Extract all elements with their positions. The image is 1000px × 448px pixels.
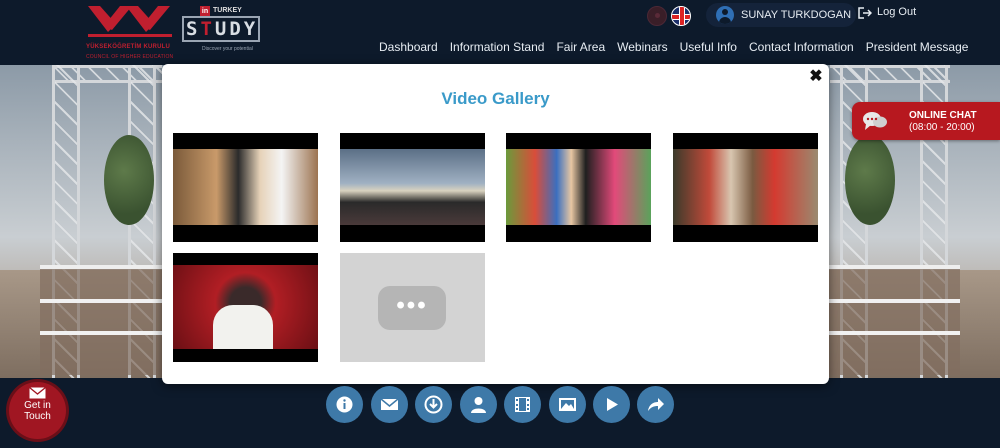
logout-icon (858, 7, 872, 19)
video-thumbnail-2[interactable] (340, 133, 485, 242)
film-icon (515, 397, 530, 412)
main-nav: Dashboard Information Stand Fair Area We… (373, 40, 974, 56)
header-bar: YÜKSEKÖĞRETİM KURULU COUNCIL OF HIGHER E… (0, 0, 1000, 65)
study-logo-udy: UDY (214, 18, 259, 40)
online-chat-title: ONLINE CHAT (909, 110, 977, 121)
download-icon (424, 395, 443, 414)
nav-webinars[interactable]: Webinars (611, 40, 673, 56)
video-placeholder-dots: ••• (396, 292, 428, 319)
user-avatar-icon (716, 6, 734, 24)
plant-left (104, 135, 154, 225)
play-button[interactable] (593, 386, 630, 423)
share-icon (648, 398, 664, 411)
online-chat-button[interactable]: ONLINE CHAT (08:00 - 20:00) (852, 102, 1000, 140)
uk-flag-icon[interactable] (671, 6, 691, 26)
image-icon (559, 398, 576, 411)
nav-useful-info[interactable]: Useful Info (674, 40, 743, 56)
video-frame (173, 149, 318, 225)
plant-right (845, 135, 895, 225)
mail-icon (380, 398, 399, 410)
video-frame (173, 265, 318, 349)
logout-label: Log Out (877, 6, 917, 18)
study-logo-word: STUDY (182, 16, 260, 42)
gallery-button[interactable] (549, 386, 586, 423)
study-logo-tagline: Discover your potential (202, 46, 253, 52)
nav-contact-information[interactable]: Contact Information (743, 40, 860, 56)
video-thumbnail-5[interactable] (173, 253, 318, 362)
video-gallery-modal: ✖ Video Gallery ••• (162, 64, 829, 384)
user-profile[interactable]: SUNAY TURKDOGAN (706, 3, 856, 27)
nav-president-message[interactable]: President Message (860, 40, 975, 56)
share-button[interactable] (637, 386, 674, 423)
user-name: SUNAY TURKDOGAN (741, 9, 852, 21)
shelf-unit-right (820, 265, 960, 375)
shelf-unit-left (40, 265, 170, 375)
close-icon[interactable]: ✖ (807, 68, 825, 86)
info-icon (336, 396, 353, 413)
study-logo-turkey: TURKEY (213, 7, 242, 14)
video-frame (673, 149, 818, 225)
video-frame (340, 149, 485, 225)
info-button[interactable] (326, 386, 363, 423)
user-icon (471, 397, 486, 413)
get-in-touch-label: Get in Touch (9, 400, 66, 422)
shelf-divider (820, 331, 960, 335)
yok-name: YÜKSEKÖĞRETİM KURULU (86, 44, 171, 50)
play-icon (607, 398, 618, 411)
profile-button[interactable] (460, 386, 497, 423)
nav-dashboard[interactable]: Dashboard (373, 40, 444, 56)
video-button[interactable] (504, 386, 541, 423)
get-in-touch-line2: Touch (24, 411, 51, 422)
study-logo-s: S (186, 18, 201, 40)
get-in-touch-button[interactable]: Get in Touch (9, 382, 66, 439)
modal-title: Video Gallery (441, 89, 550, 108)
video-thumbnail-6[interactable]: ••• (340, 253, 485, 362)
nav-information-stand[interactable]: Information Stand (444, 40, 551, 56)
nav-fair-area[interactable]: Fair Area (550, 40, 611, 56)
shelf-divider (40, 299, 170, 303)
study-in-turkey-logo[interactable]: in TURKEY STUDY Discover your potential (182, 6, 262, 60)
video-thumbnail-1[interactable] (173, 133, 318, 242)
video-thumbnail-4[interactable] (673, 133, 818, 242)
shelf-divider (40, 331, 170, 335)
mail-button[interactable] (371, 386, 408, 423)
tr-flag-icon[interactable] (647, 6, 667, 26)
chat-bubbles-icon (863, 112, 887, 130)
video-frame (506, 149, 651, 225)
study-logo-t: T (200, 18, 215, 40)
yok-logo-mark-icon (88, 6, 172, 37)
download-button[interactable] (415, 386, 452, 423)
video-placeholder-icon: ••• (378, 286, 446, 330)
shelf-divider (820, 299, 960, 303)
get-in-touch-line1: Get in (24, 400, 51, 411)
video-thumbnail-3[interactable] (506, 133, 651, 242)
online-chat-hours: (08:00 - 20:00) (909, 122, 975, 133)
envelope-icon (29, 387, 46, 399)
yok-subtitle: COUNCIL OF HIGHER EDUCATION (86, 54, 174, 60)
yok-logo[interactable]: YÜKSEKÖĞRETİM KURULU COUNCIL OF HIGHER E… (86, 4, 174, 60)
